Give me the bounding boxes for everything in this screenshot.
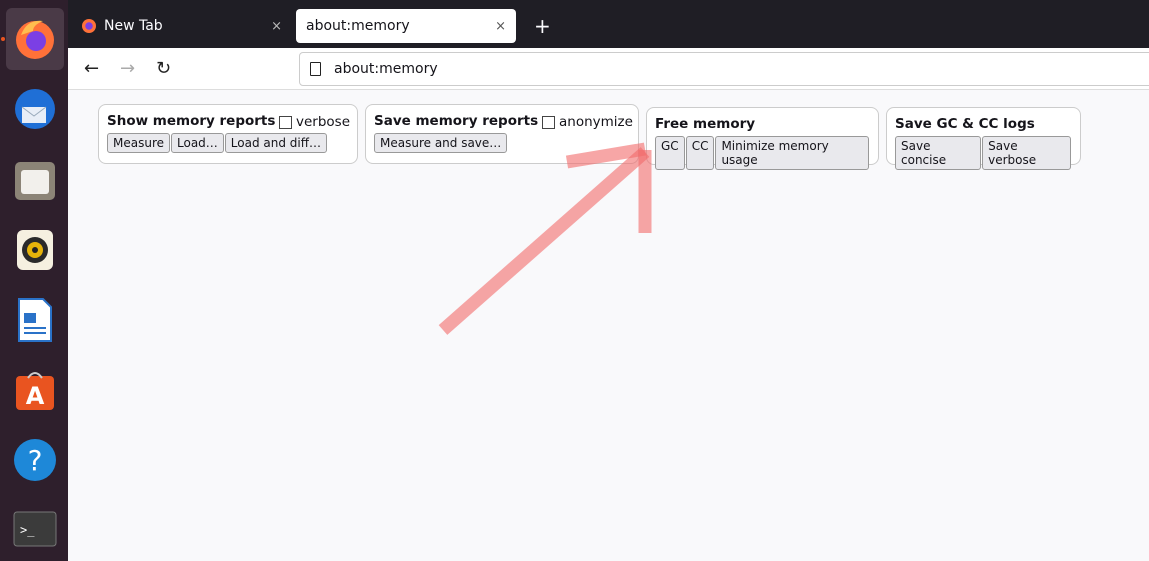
arrow-shaft xyxy=(438,147,650,335)
annotation-arrow xyxy=(438,142,652,335)
